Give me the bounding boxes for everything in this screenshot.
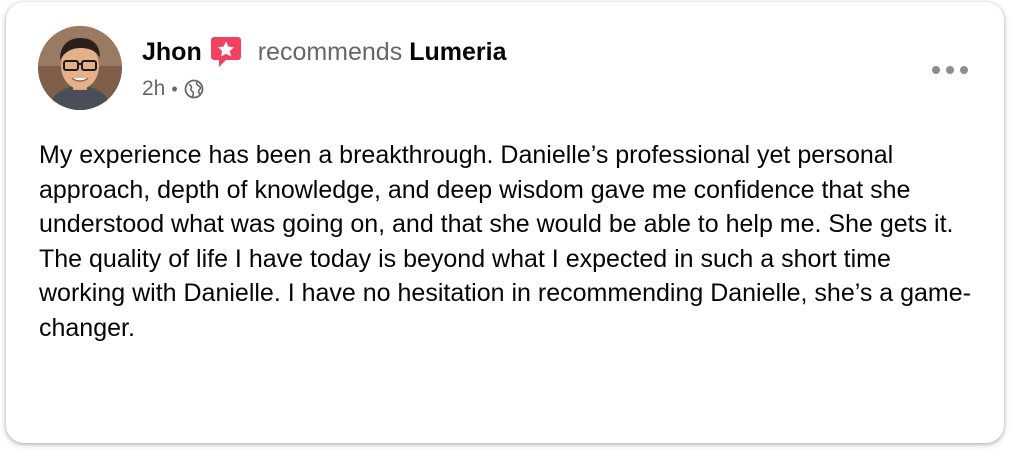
recommendation-badge-icon	[208, 34, 244, 70]
post-meta: 2h •	[142, 76, 204, 102]
recommends-label: recommends	[257, 37, 403, 66]
recommended-page-name[interactable]: Lumeria	[409, 38, 506, 67]
recommendation-post-card: Jhon recommends Lumeria 2h • My experien…	[6, 2, 1004, 443]
post-timestamp[interactable]: 2h	[142, 77, 165, 101]
post-text: My experience has been a breakthrough. D…	[39, 141, 971, 342]
author-name[interactable]: Jhon	[142, 38, 202, 67]
post-header: Jhon recommends Lumeria	[142, 34, 506, 70]
author-avatar[interactable]	[38, 26, 122, 110]
more-options-icon[interactable]	[932, 56, 968, 84]
more-dot	[960, 66, 968, 74]
more-dot	[946, 66, 954, 74]
globe-icon[interactable]	[184, 79, 204, 99]
meta-separator: •	[171, 78, 178, 99]
more-dot	[932, 66, 940, 74]
avatar-photo	[38, 26, 122, 110]
